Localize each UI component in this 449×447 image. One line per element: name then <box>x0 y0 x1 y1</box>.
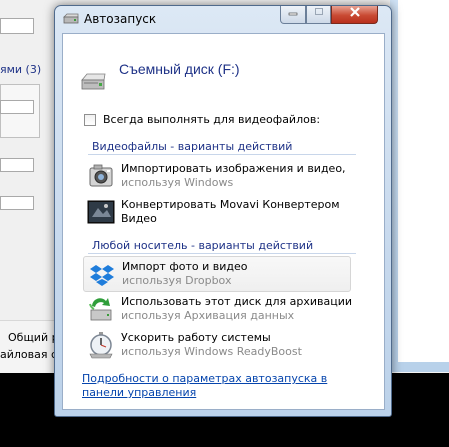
option-sublabel: используя Windows <box>121 176 234 189</box>
option-readyboost[interactable]: Ускорить работу системы используя Window… <box>83 328 353 364</box>
background-group-label: ями (3) <box>0 63 42 76</box>
removable-drive-icon <box>81 73 106 90</box>
close-button[interactable] <box>331 6 378 24</box>
option-sublabel: используя Архивация данных <box>121 309 295 322</box>
section-divider <box>88 154 356 155</box>
movavi-icon <box>87 200 115 224</box>
background-window-content <box>398 0 449 362</box>
option-label: Импорт фото и видео <box>122 260 248 273</box>
option-label: Конвертировать Movavi Конвертером <box>121 198 340 211</box>
option-movavi-convert[interactable]: Конвертировать Movavi Конвертером Видео <box>83 195 353 231</box>
camera-icon <box>89 164 113 187</box>
option-backup[interactable]: Использовать этот диск для архивации исп… <box>83 292 353 328</box>
option-sublabel: используя Windows ReadyBoost <box>121 345 302 358</box>
drive-small-icon <box>63 13 79 24</box>
section-divider <box>88 253 356 254</box>
option-label-continued: Видео <box>121 212 157 225</box>
option-label: Использовать этот диск для архивации <box>121 295 353 308</box>
dropbox-icon <box>90 265 114 286</box>
background-field <box>0 18 34 34</box>
background-tab[interactable]: Общий р <box>8 331 59 344</box>
always-checkbox[interactable] <box>84 114 96 126</box>
autoplay-dialog: Автозапуск Съемный диск (F:) Всегда выпо… <box>54 5 392 417</box>
background-field <box>0 158 34 172</box>
video-section-header: Видеофайлы - варианты действий <box>92 140 293 153</box>
any-media-section-header: Любой носитель - варианты действий <box>92 239 314 252</box>
window-title: Автозапуск <box>84 12 157 26</box>
dialog-content: Съемный диск (F:) Всегда выполнять для в… <box>62 33 385 410</box>
backup-icon <box>89 298 112 321</box>
option-sublabel: используя Dropbox <box>122 274 232 287</box>
title-bar[interactable]: Автозапуск <box>55 6 391 32</box>
maximize-icon <box>307 7 330 20</box>
maximize-button[interactable] <box>306 6 331 24</box>
always-checkbox-label[interactable]: Всегда выполнять для видеофайлов: <box>103 113 320 126</box>
stopwatch-icon <box>89 332 113 359</box>
background-field <box>0 100 34 114</box>
option-import-windows[interactable]: Импортировать изображения и видео, испол… <box>83 159 353 195</box>
option-label: Импортировать изображения и видео, <box>121 162 346 175</box>
drive-title: Съемный диск (F:) <box>119 61 240 77</box>
option-dropbox-import[interactable]: Импорт фото и видео используя Dropbox <box>83 256 351 292</box>
option-label: Ускорить работу системы <box>121 331 271 344</box>
autoplay-settings-link[interactable]: Подробности о параметрах автозапуска в п… <box>82 372 362 400</box>
close-icon <box>332 7 377 21</box>
minimize-button[interactable] <box>280 6 306 24</box>
minimize-icon <box>281 7 305 20</box>
background-field <box>0 196 34 210</box>
